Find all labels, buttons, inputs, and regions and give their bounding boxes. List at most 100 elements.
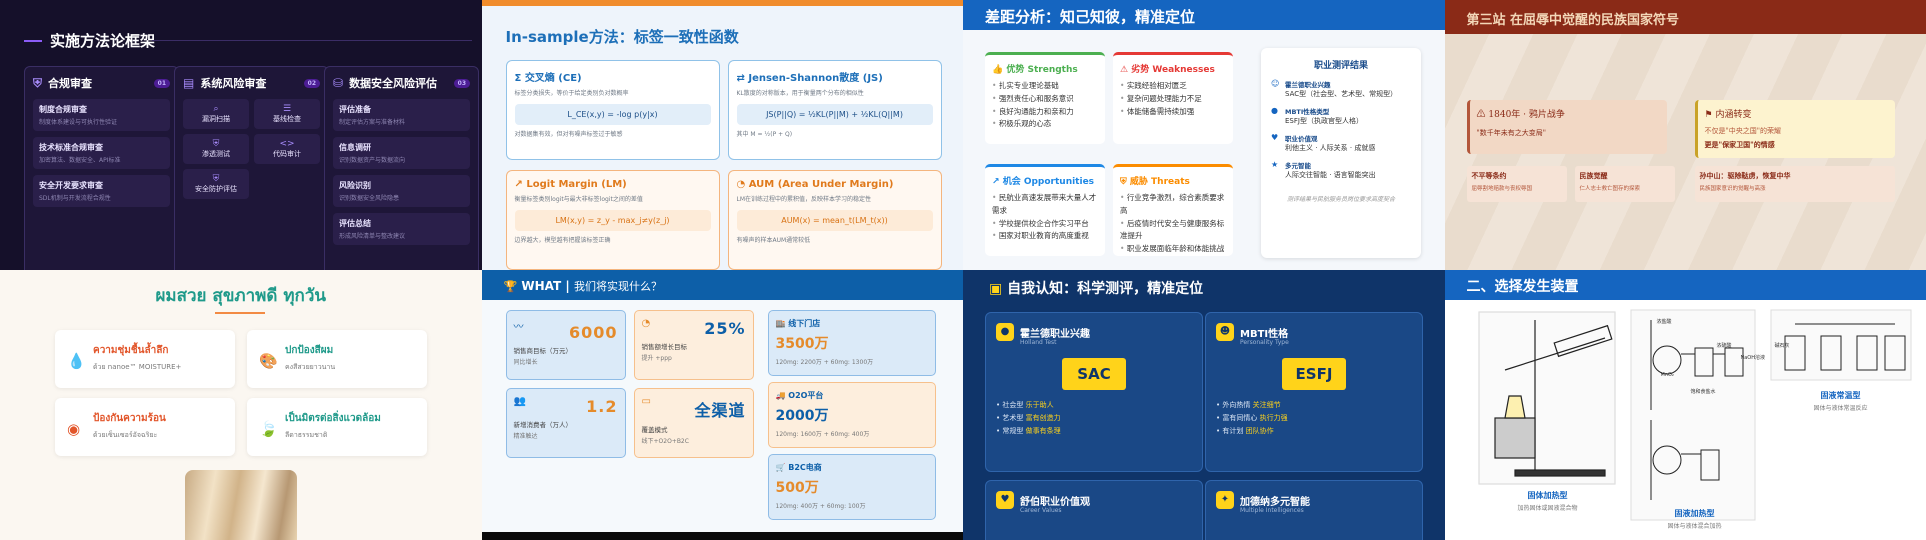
swot-strengths: 👍 优势 Strengths 扎实专业理论基础强烈责任心和服务意识良好沟通能力和… — [985, 52, 1105, 144]
caption-solid-heating: 固体加热型 加热固体或固液混合物 — [1517, 491, 1578, 512]
label: 碱石灰 — [1774, 343, 1790, 349]
check-icon: ☰ — [282, 104, 292, 114]
label: MnO₂ — [1660, 372, 1674, 378]
caption-solid-liquid-heating: 固液加热型 固体与液体混合加热 — [1667, 509, 1722, 530]
grid-item: ⌕ 漏洞扫描 — [183, 99, 249, 129]
holland-panel: ● 霍兰德职业兴趣 Holland Test SAC • 社会型 乐于助人 • 艺… — [985, 312, 1203, 472]
code-icon: <> — [279, 139, 295, 149]
solid-heating-apparatus — [1477, 311, 1616, 485]
star-icon: ★ — [1271, 160, 1279, 169]
card-js-divergence: ⇄ Jensen-Shannon散度 (JS) KL散度的对称版本，用于衡量两个分… — [727, 60, 942, 160]
leaf-icon: 🍃 — [259, 420, 278, 438]
heart-icon: ♥ — [1271, 133, 1279, 142]
label: 浓盐酸 — [1656, 319, 1672, 325]
grid-item: <> 代码审计 — [254, 134, 320, 164]
assessment-results: 职业测评结果 ☺ 霍兰德职业兴趣 SAC型（社会型、艺术型、常规型） ● MBTI性格… — [1261, 48, 1421, 258]
list-item: 制度合规审查 制度体系建设与可执行性验证 — [33, 99, 170, 131]
self-awareness-slide: ▣ 自我认知：科学测评，精准定位 ● 霍兰德职业兴趣 Holland Test S… — [963, 270, 1445, 540]
clipboard-icon: ▣ — [989, 281, 1003, 297]
stat-card: 〰 6000 销售商目标（万元） 同比增长 — [505, 310, 626, 380]
in-sample-slide: In-sample方法：标签一致性函数 Σ 交叉熵 (CE) 标签分类损失，等价于… — [481, 0, 963, 270]
swot-threats: ⛨ 威胁 Threats 行业竞争激烈，综合素质要求高后疫情时代安全与健康服务标… — [1113, 164, 1233, 256]
flag-icon: ⚑ — [1704, 110, 1713, 120]
brain-icon: ✦ — [1216, 491, 1234, 509]
stat-card: ◔ 25% 销售额增长目标 提升 +ppp — [633, 310, 754, 380]
slide-title: 🏆 WHAT | 我们将实现什么？ — [481, 270, 963, 300]
list-item: 风险识别 识别数据安全风险隐患 — [333, 175, 470, 207]
channel-card: 🏬 线下门店 3500万 120mg: 2200万 + 60mg: 1300万 — [767, 310, 936, 376]
trend-icon: ↗ — [992, 177, 1000, 187]
intelligence-panel: ✦ 加德纳多元智能 Multiple Intelligences — [1205, 480, 1423, 540]
slide-title: 差距分析：知己知彼，精准定位 — [963, 0, 1445, 30]
mbti-panel: ☻ MBTI性格 Personality Type ESFJ • 外向热情 关注细… — [1205, 312, 1423, 472]
palette-icon: 🎨 — [259, 352, 278, 370]
feature-card: ◉ ป้องกันความร้อน ด้วยเซ็นเซอร์อัจฉริยะ — [55, 398, 235, 456]
thumbs-up-icon: 👍 — [992, 65, 1004, 75]
list-item: 技术标准合规审查 加密算法、数据安全、API标准 — [33, 137, 170, 169]
hair-photo — [185, 470, 297, 540]
feature-card: 🎨 ปกป้องสีผม คงสีสวยยาวนาน — [247, 330, 427, 388]
label: 饱和食盐水 — [1690, 389, 1716, 395]
heart-icon: ♥ — [996, 491, 1014, 509]
shield-icon: ⛨ — [212, 139, 220, 149]
feature-card: 🍃 เป็นมิตรต่อสิ่งแวดล้อม ลีดาธรรมชาติ — [247, 398, 427, 456]
feature-card: 💧 ความชุ่มชื้นล้ำลึก ด้วย nanoe™ MOISTURE… — [55, 330, 235, 388]
column-system-risk: ▤ 系统风险审查 02 ⌕ 漏洞扫描 ☰ 基线检查 ⛨ 渗透测试 <> 代码审计 ⛨ 安全防护… — [174, 66, 329, 270]
slide-title: ผมสวย สุขภาพดี ทุกวัน — [155, 286, 327, 306]
list-item: 信息调研 识别数据资产与数据流向 — [333, 137, 470, 169]
column-compliance: ⛨ 合规审查 01 制度合规审查 制度体系建设与可执行性验证 技术标准合规审查 加密算法… — [24, 66, 179, 270]
goals-slide: 🏆 WHAT | 我们将实现什么？ 〰 6000 销售商目标（万元） 同比增长 ◔… — [481, 270, 963, 540]
card-logit-margin: ↗ Logit Margin (LM) 衡量标签类别logit与最大非标签logi… — [505, 170, 720, 270]
delivery-icon: 🚚 — [775, 391, 786, 400]
shield-check-icon: ⛨ — [212, 174, 220, 184]
people-icon: ☺ — [1271, 79, 1280, 88]
accent-bar — [481, 0, 963, 6]
card-cross-entropy: Σ 交叉熵 (CE) 标签分类损失，等价于给定类别负对数概率 L_CE(x,y) … — [505, 60, 720, 160]
hair-dryer-slide: ผมสวย สุขภาพดี ทุกวัน 💧 ความชุ่มชื้นล้ำล… — [0, 270, 482, 540]
shield-icon: ⛨ — [1120, 177, 1127, 187]
divider — [152, 40, 472, 41]
slide-title: 实施方法论框架 — [24, 30, 155, 51]
swot-weaknesses: ⚠ 劣势 Weaknesses 实践经验相对匮乏复杂问题处理能力不足体能储备需持… — [1113, 52, 1233, 144]
list-item: 评估准备 制定评估方案与准备材料 — [333, 99, 470, 131]
gap-analysis-slide: 差距分析：知己知彼，精准定位 👍 优势 Strengths 扎实专业理论基础强烈… — [963, 0, 1445, 270]
list-item: 安全开发要求审查 SDL机制与开发流程合规性 — [33, 175, 170, 207]
scan-icon: ⌕ — [213, 104, 219, 114]
small-card: 不平等条约 屈辱割地赔款与丧权辱国 — [1466, 166, 1567, 202]
sensor-icon: ◉ — [67, 420, 81, 438]
store-icon: 🏬 — [775, 319, 786, 328]
person-icon: ☻ — [1216, 323, 1234, 341]
slide-title: In-sample方法：标签一致性函数 — [505, 28, 739, 46]
slide-title: 第三站 在屈辱中觉醒的民族国家符号 — [1444, 0, 1926, 34]
slide-title: 二、选择发生装置 — [1444, 270, 1926, 300]
solid-liquid-heating-apparatus — [1630, 309, 1755, 521]
channel-card: 🚚 O2O平台 2000万 120mg: 1600万 + 60mg: 400万 — [767, 382, 936, 448]
stat-card: ▭ 全渠道 覆盖模式 线下+O2O+B2C — [633, 388, 754, 458]
server-icon: ▤ — [183, 76, 195, 90]
card-aum: ◔ AUM (Area Under Margin) LM在训练过程中的累积值，反映… — [727, 170, 942, 270]
history-slide: 第三站 在屈辱中觉醒的民族国家符号 ⚠ 1840年 · 鸦片战争 "数千年未有之… — [1444, 0, 1926, 270]
solid-liquid-normal-temp-apparatus — [1770, 309, 1911, 381]
methodology-slide: 实施方法论框架 ⛨ 合规审查 01 制度合规审查 制度体系建设与可执行性验证 技术标准… — [0, 0, 482, 270]
list-item: 评估总结 形成风险清单与整改建议 — [333, 213, 470, 245]
database-icon: ⛁ — [333, 76, 344, 90]
grid-item: ⛨ 渗透测试 — [183, 134, 249, 164]
footer-bar — [481, 532, 963, 540]
stat-card: 👥 1.2 新增消费者（万人） 精准触达 — [505, 388, 626, 458]
values-panel: ♥ 舒伯职业价值观 Career Values — [985, 480, 1203, 540]
column-data-security: ⛁ 数据安全风险评估 03 评估准备 制定评估方案与准备材料 信息调研 识别数据资产与数… — [324, 66, 479, 270]
label: NaOH溶液 — [1740, 355, 1766, 361]
caption-solid-liquid-normal: 固液常温型 固体与液体常温反应 — [1813, 391, 1868, 412]
apparatus-slide: 二、选择发生装置 固体加热型加热固体或固液混合物 固液加热型 固体与液体混合加热… — [1444, 270, 1926, 540]
small-card: 孙中山：驱除鞑虏，恢复中华 民族国家意识的觉醒与高涨 — [1694, 166, 1895, 202]
grid-item: ⛨ 安全防护评估 — [183, 169, 249, 199]
warning-icon: ⚠ — [1476, 110, 1486, 120]
small-card: 民族觉醒 仁人志士救亡图存的探索 — [1574, 166, 1675, 202]
warning-icon: ⚠ — [1120, 65, 1129, 75]
slide-title: ▣ 自我认知：科学测评，精准定位 — [989, 281, 1204, 297]
label: 浓硫酸 — [1716, 343, 1732, 349]
opium-war-box: ⚠ 1840年 · 鸦片战争 "数千年未有之大变局" — [1466, 100, 1667, 154]
connotation-box: ⚑ 内涵转变 不仅是"中央之国"的荣耀 更是"保家卫国"的情感 — [1694, 100, 1895, 158]
droplet-icon: 💧 — [67, 352, 86, 370]
trophy-icon: 🏆 — [503, 280, 518, 293]
